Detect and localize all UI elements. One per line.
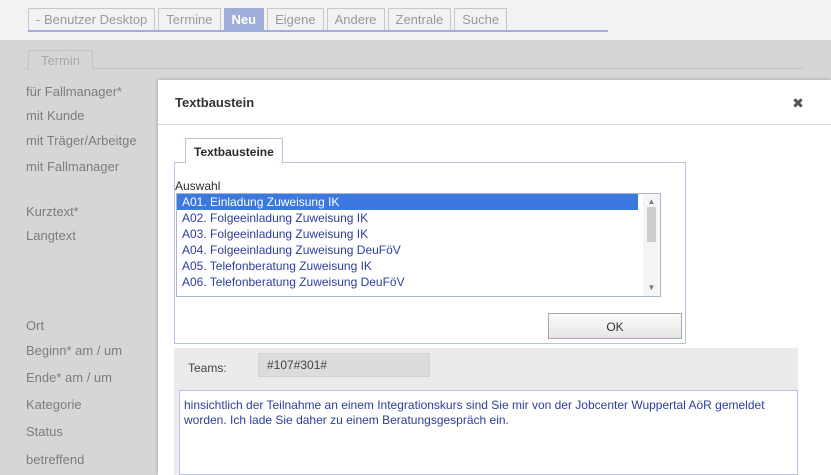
label-ort: Ort — [26, 318, 45, 333]
dialog-title: Textbaustein — [175, 95, 255, 110]
textbaustein-listbox[interactable]: A01. Einladung Zuweisung IK A02. Folgeei… — [176, 193, 661, 297]
background-panel-border — [24, 68, 804, 69]
textbaustein-details: Teams: #107#301# hinsichtlich der Teilna… — [174, 348, 798, 475]
tab-textbausteine[interactable]: Textbausteine — [185, 138, 283, 164]
textbaustein-preview[interactable]: hinsichtlich der Teilnahme an einem Inte… — [179, 390, 798, 475]
label-mit-kunde: mit Kunde — [26, 108, 85, 123]
top-navigation-bar: - Benutzer Desktop Termine Neu Eigene An… — [0, 0, 831, 40]
label-mit-traeger: mit Träger/Arbeitge — [26, 133, 137, 148]
tab-andere[interactable]: Andere — [326, 8, 385, 30]
scroll-down-icon[interactable]: ▼ — [643, 281, 660, 295]
label-beginn: Beginn* am / um — [26, 343, 123, 358]
textbaustein-dialog: Textbaustein ✖ Textbausteine Auswahl A01… — [158, 80, 831, 475]
tab-suche[interactable]: Suche — [454, 8, 508, 30]
label-kategorie: Kategorie — [26, 397, 82, 412]
list-item[interactable]: A01. Einladung Zuweisung IK — [177, 194, 638, 210]
ok-button[interactable]: OK — [548, 313, 682, 339]
label-kurztext: Kurztext* — [26, 204, 79, 219]
teams-label: Teams: — [188, 361, 227, 375]
background-tab-termin: Termin — [28, 50, 94, 70]
list-item[interactable]: A06. Telefonberatung Zuweisung DeuFöV — [177, 274, 638, 290]
label-betreffend: betreffend — [26, 452, 85, 467]
scrollbar-thumb[interactable] — [647, 207, 656, 242]
tab-zentrale[interactable]: Zentrale — [387, 8, 452, 30]
close-icon[interactable]: ✖ — [791, 96, 805, 110]
list-item[interactable]: A02. Folgeeinladung Zuweisung IK — [177, 210, 638, 226]
main-tab-bar: - Benutzer Desktop Termine Neu Eigene An… — [28, 8, 510, 30]
auswahl-label: Auswahl — [175, 179, 221, 193]
tab-eigene[interactable]: Eigene — [267, 8, 324, 30]
tab-termine[interactable]: Termine — [158, 8, 221, 30]
label-fuer-fallmanager: für Fallmanager* — [26, 84, 123, 99]
tab-benutzer-desktop[interactable]: - Benutzer Desktop — [28, 8, 156, 30]
list-item[interactable]: A03. Folgeeinladung Zuweisung IK — [177, 226, 638, 242]
list-item[interactable]: A05. Telefonberatung Zuweisung IK — [177, 258, 638, 274]
tab-bar-underline — [28, 30, 608, 32]
tab-neu[interactable]: Neu — [223, 8, 265, 30]
list-scrollbar[interactable]: ▲ ▼ — [643, 194, 660, 296]
list-item[interactable]: A04. Folgeeinladung Zuweisung DeuFöV — [177, 242, 638, 258]
label-status: Status — [26, 424, 63, 439]
teams-field: #107#301# — [258, 353, 430, 377]
label-ende: Ende* am / um — [26, 370, 112, 385]
dialog-header: Textbaustein ✖ — [158, 80, 831, 125]
label-langtext: Langtext — [26, 228, 76, 243]
label-mit-fallmanager: mit Fallmanager — [26, 159, 120, 174]
